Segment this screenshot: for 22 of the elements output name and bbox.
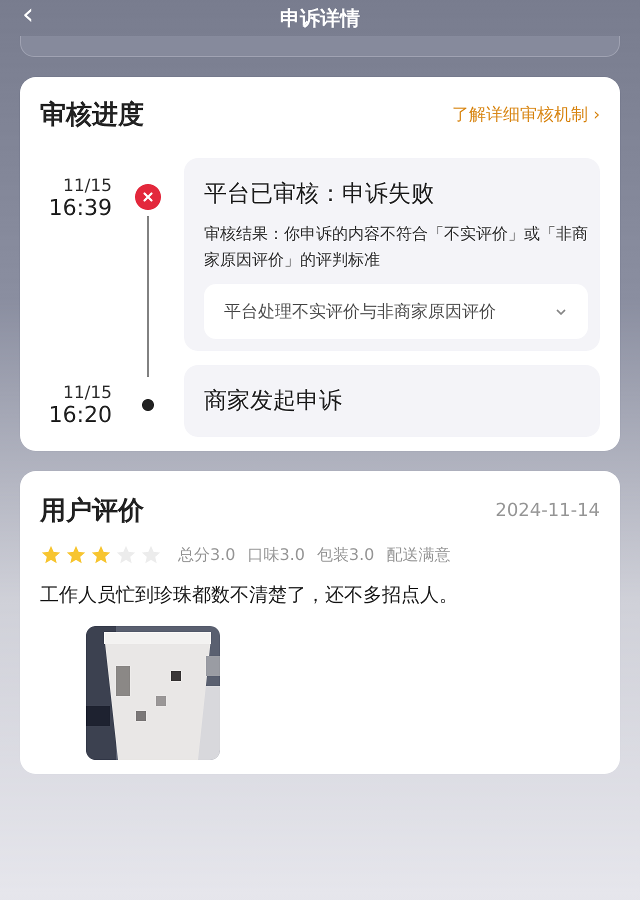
event-title: 商家发起申诉 <box>204 387 343 416</box>
review-date: 2024-11-14 <box>495 500 600 522</box>
back-button[interactable]: ‹ <box>22 0 34 30</box>
event-time: 16:39 <box>48 196 112 221</box>
score-label: 总分3.0 <box>178 544 236 566</box>
section-title: 审核进度 <box>40 99 144 132</box>
timeline-dot <box>142 399 154 412</box>
failed-icon <box>135 184 161 210</box>
section-title: 用户评价 <box>40 495 144 528</box>
event-time: 16:20 <box>48 403 112 428</box>
score-label: 配送满意 <box>386 544 450 566</box>
criteria-dropdown[interactable]: 平台处理不实评价与非商家原因评价 <box>204 284 588 340</box>
score-label: 包装3.0 <box>316 544 374 566</box>
event-title: 平台已审核：申诉失败 <box>204 180 435 209</box>
score-label: 口味3.0 <box>247 544 305 566</box>
page-title: 申诉详情 <box>280 4 360 32</box>
event-date: 11/15 <box>63 383 112 404</box>
review-mechanism-link[interactable]: 了解详细审核机制 › <box>452 103 600 126</box>
event-detail: 审核结果：你申诉的内容不符合「不实评价」或「非商家原因评价」的评判标准 <box>204 223 588 271</box>
review-text: 工作人员忙到珍珠都数不清楚了，还不多招点人。 <box>40 583 459 608</box>
event-date: 11/15 <box>63 176 112 196</box>
chevron-icon <box>554 306 568 317</box>
